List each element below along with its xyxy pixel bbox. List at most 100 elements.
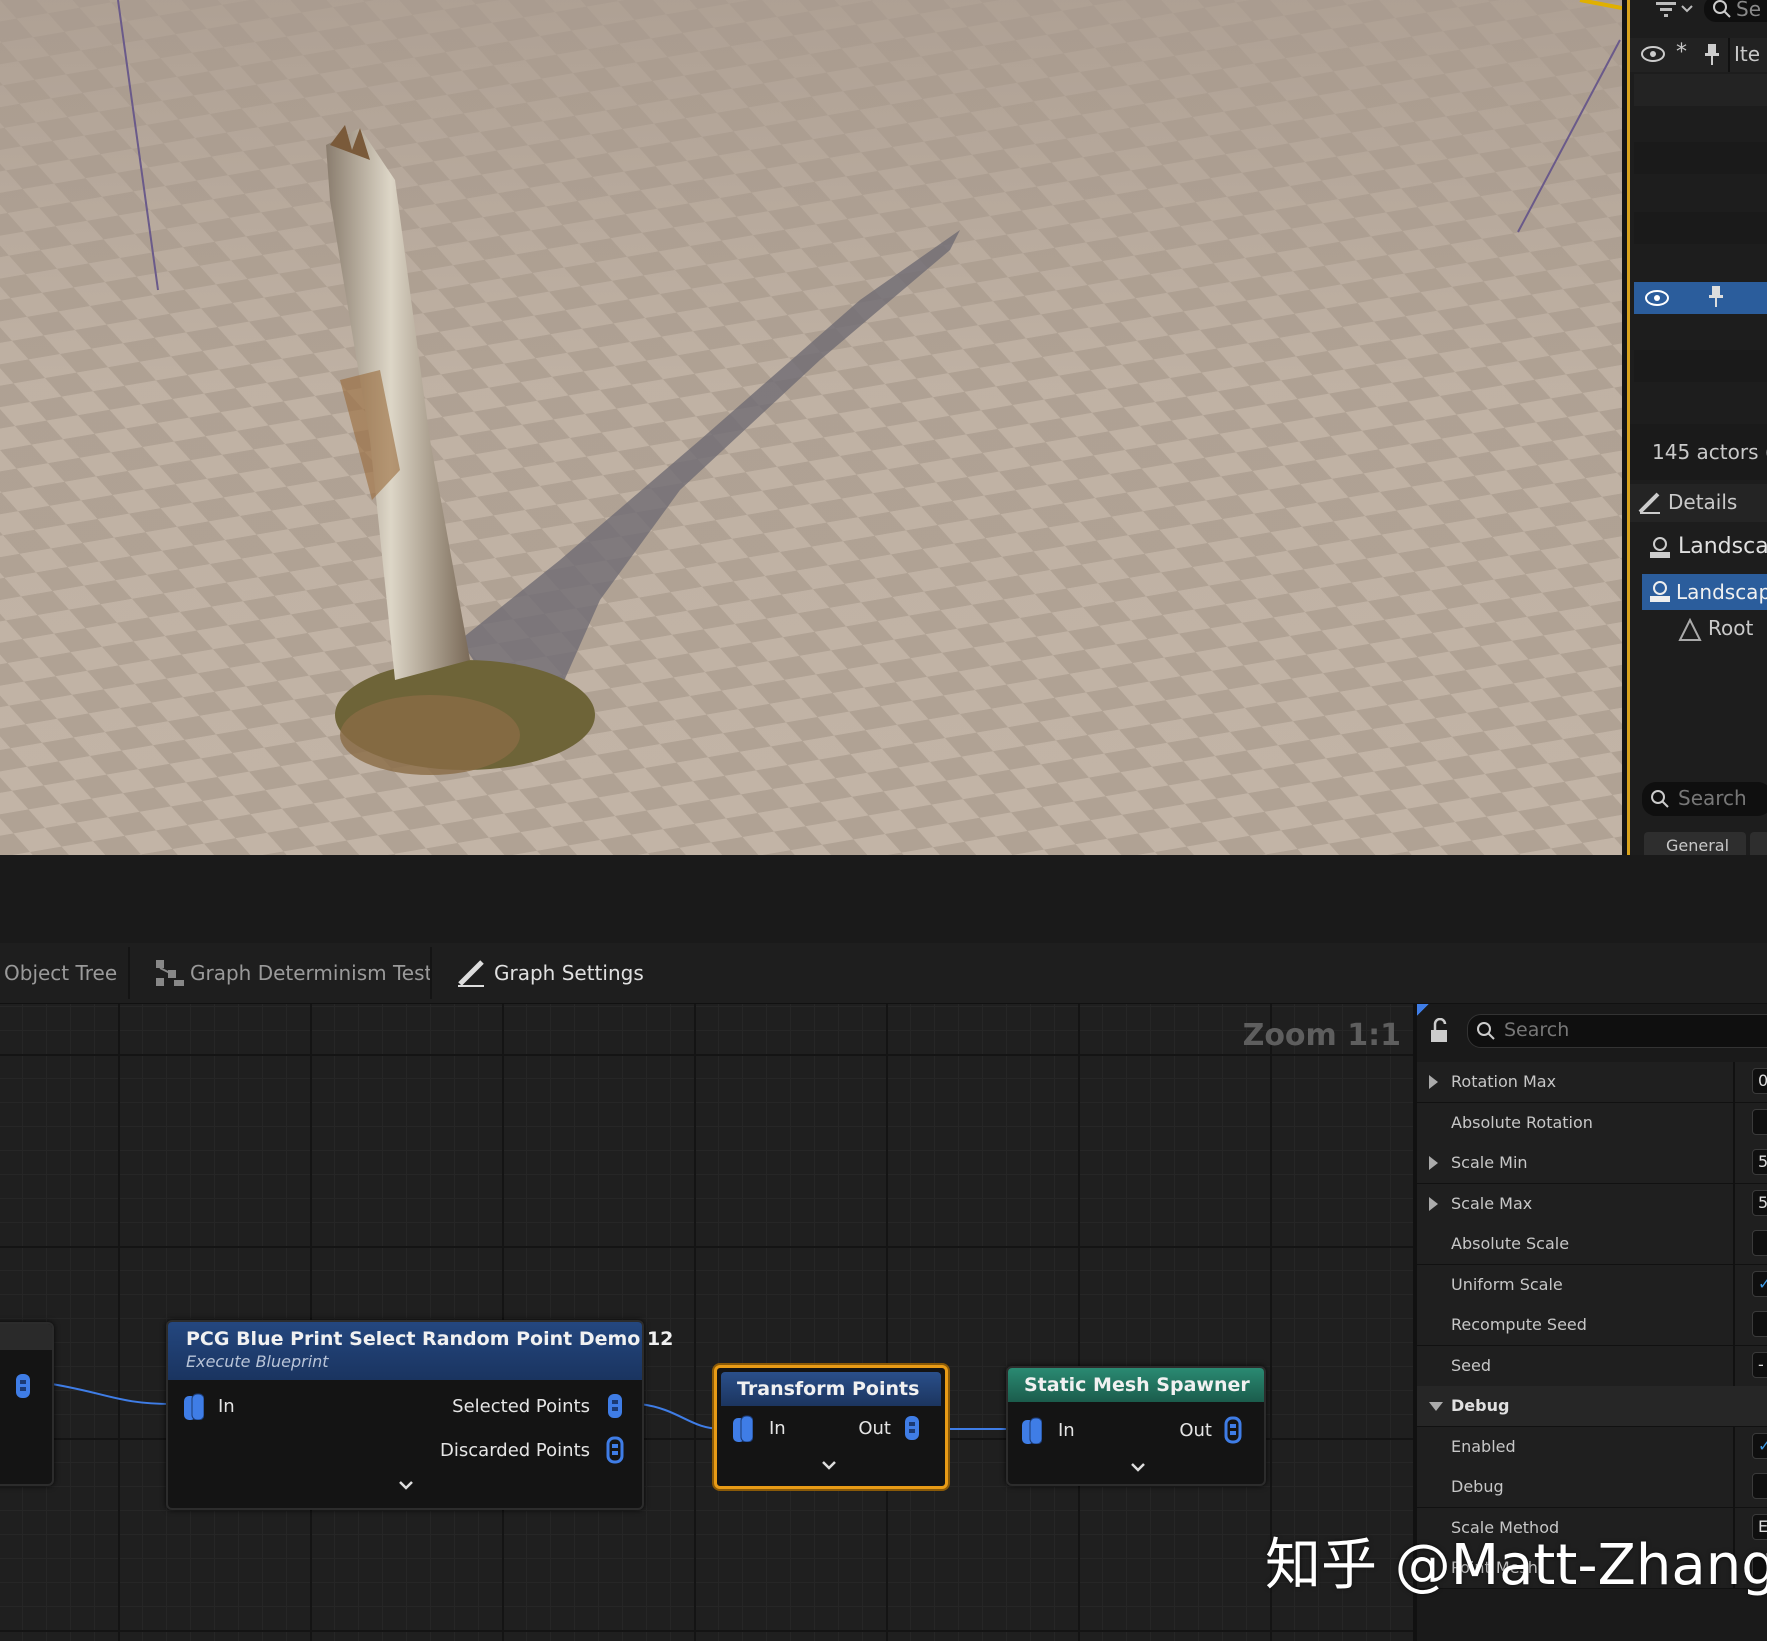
expand-arrow-icon[interactable] (1429, 1156, 1438, 1170)
chevron-down-icon[interactable] (1130, 1462, 1146, 1472)
input-pin-icon[interactable] (1020, 1416, 1042, 1444)
property-value[interactable] (1752, 1108, 1767, 1135)
selected-actor: Landsca (1630, 526, 1767, 568)
star-icon[interactable]: * (1676, 40, 1687, 65)
property-row[interactable]: Enabled ✓ (1417, 1426, 1767, 1468)
component-name: Landscap (1676, 580, 1767, 604)
property-value[interactable]: ✓ (1752, 1270, 1767, 1297)
outliner-row-selected[interactable] (1634, 282, 1767, 314)
outliner-row[interactable] (1634, 142, 1767, 174)
property-label: Scale Min (1451, 1153, 1528, 1172)
unlock-icon[interactable] (1429, 1018, 1453, 1044)
outliner-row[interactable] (1634, 108, 1767, 140)
output-pin-icon[interactable] (14, 1372, 36, 1400)
pcg-tab-bar: Object Tree Graph Determinism Test Graph… (0, 943, 1767, 1004)
tab-graph-settings[interactable]: Graph Settings (456, 943, 644, 1003)
component-row-selected[interactable]: Landscap (1642, 574, 1767, 610)
chevron-down-icon[interactable] (821, 1460, 837, 1470)
property-value[interactable]: 0 (1752, 1068, 1767, 1094)
edit-icon (1638, 492, 1660, 514)
output-pin-icon[interactable] (1224, 1416, 1246, 1444)
outliner-row[interactable] (1634, 212, 1767, 244)
pin-icon[interactable] (1704, 44, 1720, 66)
property-row[interactable]: Absolute Rotation (1417, 1102, 1767, 1144)
search-text: Se (1736, 0, 1761, 21)
eye-icon[interactable] (1644, 288, 1670, 308)
property-value[interactable]: 5 (1752, 1149, 1767, 1175)
graph-node-input[interactable] (0, 1322, 54, 1486)
outliner-toolbar: Se (1650, 0, 1767, 22)
details-tab[interactable]: Details (1630, 484, 1767, 522)
search-placeholder: Search (1504, 1019, 1570, 1041)
filter-icon[interactable] (1652, 0, 1696, 20)
property-row[interactable]: Debug (1417, 1467, 1767, 1508)
tab-graph-determinism-test[interactable]: Graph Determinism Test (154, 943, 432, 1003)
property-value[interactable] (1752, 1230, 1767, 1256)
filter-tab[interactable] (1750, 832, 1767, 855)
component-row[interactable]: Root (1642, 612, 1767, 646)
property-value[interactable] (1752, 1311, 1767, 1337)
eye-icon[interactable] (1640, 44, 1666, 64)
tab-label: Graph Determinism Test (190, 961, 433, 985)
search-icon (1713, 0, 1731, 18)
property-label: Debug (1451, 1477, 1504, 1496)
graph-canvas[interactable]: Zoom 1:1 PCG Blue Print Select Random Po… (0, 1004, 1413, 1641)
actor-count-bar: 145 actors (1 (1630, 424, 1767, 480)
property-row[interactable]: Recompute Seed (1417, 1305, 1767, 1346)
tab-label: Graph Settings (494, 961, 644, 985)
input-pin-icon[interactable] (731, 1414, 753, 1442)
pin-icon[interactable] (1708, 286, 1724, 308)
output-pin-icon[interactable] (903, 1414, 925, 1442)
property-row[interactable]: Rotation Max 0 (1417, 1062, 1767, 1103)
details-search-input[interactable]: Search (1467, 1014, 1767, 1048)
output-pin-icon[interactable] (606, 1436, 628, 1464)
filter-tab-general[interactable]: General (1644, 832, 1746, 855)
outliner-row[interactable] (1634, 176, 1767, 208)
pcg-editor-toolbar (0, 855, 1767, 943)
outliner-search-input[interactable]: Se (1704, 0, 1767, 22)
property-label: Seed (1451, 1355, 1491, 1375)
property-row[interactable]: Absolute Scale (1417, 1224, 1767, 1265)
component-name: Root (1708, 616, 1754, 640)
collapse-arrow-icon[interactable] (1429, 1402, 1443, 1411)
details-tab-label: Details (1668, 490, 1738, 514)
property-row[interactable]: Scale Max 5 (1417, 1183, 1767, 1225)
outliner-header-row: * Ite (1630, 38, 1767, 72)
pin-label-selected-points: Selected Points (452, 1396, 590, 1417)
property-value[interactable]: ✓ (1752, 1432, 1767, 1459)
node-title: PCG Blue Print Select Random Point Demo … (186, 1328, 674, 1350)
property-row[interactable]: Seed - (1417, 1345, 1767, 1387)
outliner-row[interactable] (1634, 350, 1767, 382)
viewport-scene (0, 0, 1622, 855)
node-subtitle: Execute Blueprint (186, 1352, 329, 1371)
panel-corner (1417, 1004, 1429, 1016)
search-icon (1651, 790, 1669, 808)
property-value[interactable]: - (1752, 1351, 1767, 1378)
input-pin-icon[interactable] (182, 1392, 204, 1420)
tab-object-tree[interactable]: Object Tree (4, 943, 117, 1003)
outliner-row[interactable] (1634, 384, 1767, 416)
pin-label-discarded-points: Discarded Points (440, 1440, 590, 1461)
level-viewport[interactable] (0, 0, 1622, 855)
expand-arrow-icon[interactable] (1429, 1196, 1438, 1211)
property-row[interactable]: Uniform Scale ✓ (1417, 1264, 1767, 1306)
details-search-input[interactable]: Search (1642, 782, 1767, 816)
filter-tab-label: General (1666, 836, 1730, 855)
property-label: Enabled (1451, 1436, 1516, 1456)
property-value[interactable] (1752, 1473, 1767, 1499)
expand-arrow-icon[interactable] (1429, 1075, 1438, 1089)
property-row[interactable]: Scale Min 5 (1417, 1143, 1767, 1184)
column-header[interactable]: Ite (1734, 42, 1760, 66)
outliner-row[interactable] (1634, 74, 1767, 106)
graph-node-static-mesh-spawner[interactable]: Static Mesh Spawner In Out (1006, 1366, 1266, 1486)
pin-label-out: Out (1179, 1420, 1212, 1441)
property-category[interactable]: Debug (1417, 1386, 1767, 1427)
graph-node-transform-points[interactable]: Transform Points In Out (714, 1365, 948, 1489)
property-label: Absolute Rotation (1451, 1112, 1593, 1132)
graph-node-select-random-point[interactable]: PCG Blue Print Select Random Point Demo … (166, 1320, 674, 1510)
outliner-panel: Se * Ite 145 actors (1 Details Landsca L… (1627, 0, 1767, 855)
chevron-down-icon[interactable] (398, 1480, 414, 1490)
outliner-row[interactable] (1634, 316, 1767, 348)
output-pin-icon[interactable] (606, 1392, 628, 1420)
property-value[interactable]: 5 (1752, 1189, 1767, 1216)
